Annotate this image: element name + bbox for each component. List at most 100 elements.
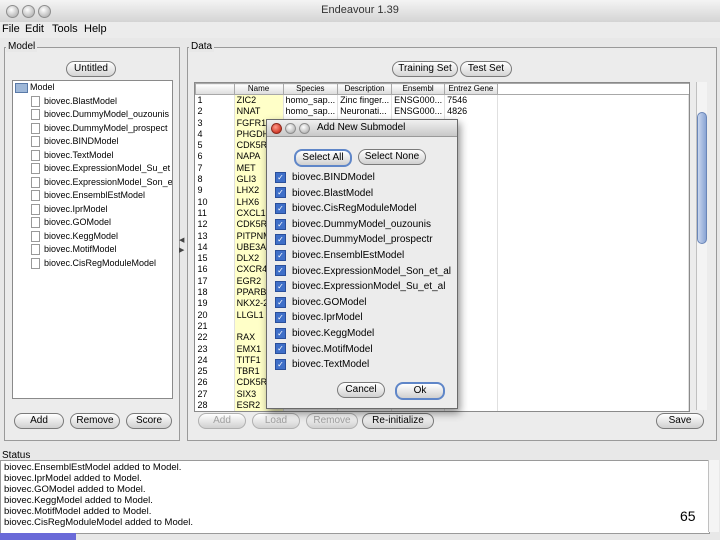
- table-row[interactable]: 2 NNAT homo_sap... Neuronati... ENSG000... 48…: [195, 106, 689, 118]
- status-scrollbar[interactable]: [708, 460, 719, 532]
- checkbox-checked-icon[interactable]: ✓: [275, 218, 286, 230]
- dialog-cancel-button[interactable]: Cancel: [337, 382, 385, 398]
- checkbox-checked-icon[interactable]: ✓: [275, 265, 286, 277]
- column-header-ensembl[interactable]: Ensembl: [391, 83, 446, 95]
- cell-blank: [497, 287, 689, 299]
- select-none-button[interactable]: Select None: [358, 149, 426, 165]
- document-icon: [31, 217, 40, 229]
- select-all-button[interactable]: Select All: [294, 149, 352, 167]
- cell-ensembl-id: ENSG000...: [391, 94, 446, 107]
- tree-item[interactable]: biovec.DummyModel_ouzounis: [13, 108, 172, 122]
- dialog-close-icon[interactable]: [271, 123, 282, 134]
- submodel-option-label: biovec.IprModel: [292, 312, 363, 324]
- tree-item[interactable]: biovec.BlastModel: [13, 95, 172, 109]
- cell-blank: [497, 117, 689, 129]
- cell-blank: [497, 196, 689, 208]
- tree-item[interactable]: biovec.KeggModel: [13, 230, 172, 244]
- tree-item[interactable]: biovec.TextModel: [13, 149, 172, 163]
- menu-edit[interactable]: Edit: [25, 23, 44, 35]
- tab-test-set[interactable]: Test Set: [460, 61, 512, 77]
- submodel-option[interactable]: ✓ biovec.ExpressionModel_Su_et_al: [275, 279, 455, 295]
- submodel-option[interactable]: ✓ biovec.IprModel: [275, 310, 455, 326]
- tab-training-set[interactable]: Training Set: [392, 61, 458, 77]
- data-remove-button[interactable]: Remove: [306, 413, 358, 429]
- checkbox-checked-icon[interactable]: ✓: [275, 327, 286, 339]
- tree-item[interactable]: biovec.IprModel: [13, 203, 172, 217]
- dialog-minimize-icon[interactable]: [285, 123, 296, 134]
- left-arrow-icon[interactable]: ◀: [179, 236, 184, 244]
- tree-item[interactable]: biovec.CisRegModuleModel: [13, 257, 172, 271]
- tree-item[interactable]: biovec.ExpressionModel_Son_e: [13, 176, 172, 190]
- checkbox-checked-icon[interactable]: ✓: [275, 312, 286, 324]
- dialog-ok-button[interactable]: Ok: [395, 382, 445, 400]
- tab-untitled[interactable]: Untitled: [66, 61, 116, 77]
- tree-item[interactable]: biovec.GOModel: [13, 216, 172, 230]
- submodel-option[interactable]: ✓ biovec.ExpressionModel_Son_et_al: [275, 264, 455, 280]
- submodel-option-label: biovec.BINDModel: [292, 172, 375, 183]
- checkbox-checked-icon[interactable]: ✓: [275, 343, 286, 355]
- tree-root-label: Model: [30, 82, 55, 92]
- tree-item[interactable]: biovec.MotifModel: [13, 243, 172, 257]
- data-group-label: Data: [189, 41, 215, 52]
- page-number: 65: [680, 508, 696, 524]
- tree-item[interactable]: biovec.EnsemblEstModel: [13, 189, 172, 203]
- model-remove-button[interactable]: Remove: [70, 413, 120, 429]
- status-line: biovec.IprModel added to Model.: [4, 473, 142, 484]
- tree-item[interactable]: biovec.BINDModel: [13, 135, 172, 149]
- column-header-name[interactable]: Name: [233, 83, 284, 95]
- reinitialize-button[interactable]: Re-initialize: [362, 413, 434, 429]
- checkbox-checked-icon[interactable]: ✓: [275, 358, 286, 370]
- column-header-index[interactable]: [195, 83, 235, 95]
- table-row[interactable]: 1 ZIC2 homo_sap... Zinc finger... ENSG000...…: [195, 94, 689, 107]
- tree-item-label: biovec.BlastModel: [44, 95, 118, 106]
- menu-file[interactable]: File: [2, 23, 20, 35]
- cell-blank: [497, 264, 689, 276]
- column-header-description[interactable]: Description: [337, 83, 393, 95]
- checkbox-checked-icon[interactable]: ✓: [275, 203, 286, 215]
- submodel-option[interactable]: ✓ biovec.BINDModel: [275, 170, 455, 186]
- dialog-title: Add New Submodel: [317, 122, 406, 133]
- tree-item[interactable]: biovec.ExpressionModel_Su_et: [13, 162, 172, 176]
- checkbox-checked-icon[interactable]: ✓: [275, 281, 286, 293]
- submodel-option[interactable]: ✓ biovec.EnsemblEstModel: [275, 248, 455, 264]
- document-icon: [31, 95, 40, 107]
- cell-row-index: 3: [195, 117, 235, 129]
- column-header-entrez[interactable]: Entrez Gene: [444, 83, 498, 95]
- dialog-zoom-icon[interactable]: [299, 123, 310, 134]
- submodel-option[interactable]: ✓ biovec.GOModel: [275, 295, 455, 311]
- menu-tools[interactable]: Tools: [52, 23, 78, 35]
- menu-help[interactable]: Help: [84, 23, 107, 35]
- submodel-option[interactable]: ✓ biovec.DummyModel_prospectr: [275, 232, 455, 248]
- submodel-option[interactable]: ✓ biovec.DummyModel_ouzounis: [275, 217, 455, 233]
- cell-blank: [497, 207, 689, 220]
- cell-entrez-id: 4826: [444, 106, 498, 118]
- submodel-option[interactable]: ✓ biovec.BlastModel: [275, 186, 455, 202]
- model-add-button[interactable]: Add: [14, 413, 64, 429]
- data-load-button[interactable]: Load: [252, 413, 300, 429]
- tree-root[interactable]: Model: [13, 81, 172, 95]
- checkbox-checked-icon[interactable]: ✓: [275, 296, 286, 308]
- tree-item-label: biovec.BINDModel: [44, 136, 119, 146]
- model-score-button[interactable]: Score: [126, 413, 172, 429]
- table-scroll-thumb[interactable]: [697, 112, 707, 244]
- column-header-species[interactable]: Species: [282, 83, 339, 95]
- table-scrollbar[interactable]: [696, 82, 707, 410]
- checkbox-checked-icon[interactable]: ✓: [275, 249, 286, 261]
- checkbox-checked-icon[interactable]: ✓: [275, 171, 286, 183]
- submodel-option[interactable]: ✓ biovec.KeggModel: [275, 326, 455, 342]
- cell-blank: [497, 94, 689, 107]
- submodel-option-label: biovec.CisRegModuleModel: [292, 203, 417, 215]
- data-save-button[interactable]: Save: [656, 413, 704, 429]
- cell-row-index: 16: [195, 264, 235, 276]
- submodel-option[interactable]: ✓ biovec.TextModel: [275, 357, 455, 373]
- data-add-button[interactable]: Add: [198, 413, 246, 429]
- right-arrow-icon[interactable]: ▶: [179, 246, 184, 254]
- tree-item-label: biovec.TextModel: [44, 149, 114, 160]
- checkbox-checked-icon[interactable]: ✓: [275, 187, 286, 199]
- submodel-option[interactable]: ✓ biovec.MotifModel: [275, 342, 455, 358]
- submodel-option[interactable]: ✓ biovec.CisRegModuleModel: [275, 201, 455, 217]
- tree-item[interactable]: biovec.DummyModel_prospect: [13, 122, 172, 136]
- checkbox-checked-icon[interactable]: ✓: [275, 234, 286, 246]
- submodel-option-label: biovec.BlastModel: [292, 187, 374, 199]
- document-icon: [31, 244, 40, 256]
